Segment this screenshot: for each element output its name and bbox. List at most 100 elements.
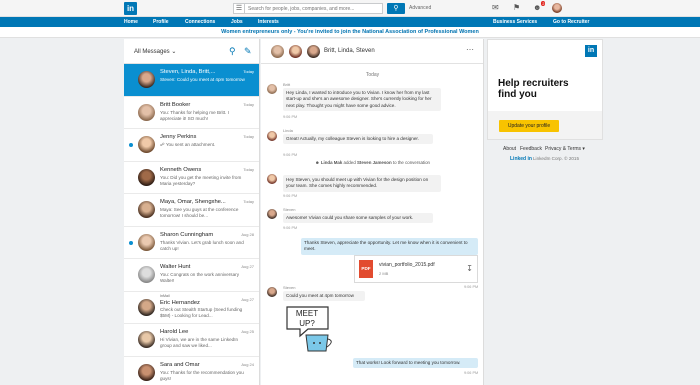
thread-date: Today (243, 199, 254, 204)
thread-date: Aug 25 (241, 329, 254, 334)
update-profile-button[interactable]: Update your profile (499, 120, 559, 132)
thread-snippet: Maya: See you guys at the conference tom… (160, 207, 239, 218)
message-bubble: Hey Linda, I wanted to introduce you to … (283, 88, 441, 112)
notifications-badge: 2 (541, 1, 546, 6)
thread-snippet: Hi Vivian, we are in the same LinkedIn g… (160, 337, 239, 348)
list-item[interactable]: Steven, Linda, Britt,... Today Steven: C… (124, 64, 259, 97)
list-item[interactable]: Sharon Cunningham Aug 28 Thanks Vivian. … (124, 227, 259, 259)
thread-name: Harold Lee (160, 329, 189, 335)
thread-name: Britt Booker (160, 101, 191, 108)
thread-snippet: Thanks Vivian. Let's grab lunch soon and… (160, 239, 244, 251)
flag-icon[interactable]: ⚑ (513, 3, 520, 13)
linkedin-logo[interactable]: in (124, 2, 137, 15)
thread-snippet: Check out Stealth Startup (Seed funding … (160, 306, 243, 318)
recruiter-ad: in Help recruiters find you Update your … (487, 39, 603, 140)
list-item[interactable]: Harold Lee Aug 25 Hi Vivian, we are in t… (124, 324, 259, 357)
list-item[interactable]: Jenny Perkins Today ☍ You sent an attach… (124, 129, 259, 162)
avatar[interactable] (271, 45, 284, 58)
more-options-icon[interactable]: ⋯ (466, 46, 474, 54)
message-time: 9:06 PM (464, 371, 479, 375)
ad-headline: Help recruiters find you (498, 78, 569, 100)
attachment-name[interactable]: vivian_portfolio_2015.pdf (379, 262, 435, 268)
avatar (138, 168, 155, 186)
list-item[interactable]: Walter Hunt Aug 27 You: Congrats on the … (124, 259, 259, 292)
message-bubble: Could you meet at 4pm tomorrow (283, 291, 365, 302)
attachment-icon: ☍ (160, 142, 165, 147)
message-sender: Steven (283, 207, 296, 212)
add-connections-icon[interactable]: ☻ 2 (533, 1, 546, 13)
avatar (138, 298, 155, 316)
list-item[interactable]: InMail Eric Hernandez Aug 27 Check out S… (124, 292, 259, 324)
thread-snippet: You: Thanks for the recommendation you g… (160, 369, 244, 381)
chevron-down-icon: ⌄ (171, 49, 177, 55)
thread-date: Aug 28 (241, 231, 254, 237)
promo-banner[interactable]: Women entrepreneurs only - You're invite… (0, 27, 700, 38)
search-category-menu[interactable]: ☰ (233, 3, 245, 14)
system-note: ☻ Linda Mak added Steven Jameson to the … (314, 160, 430, 165)
sticker-line-1: MEET (296, 309, 318, 318)
avatar (267, 174, 277, 184)
pdf-file-icon: PDF (359, 260, 373, 278)
search-icon[interactable]: ⚲ (229, 46, 236, 56)
footer-privacy-terms-link[interactable]: Privacy & Terms ▾ (545, 146, 585, 152)
footer-feedback-link[interactable]: Feedback (520, 146, 542, 152)
search-button[interactable]: ⚲ (387, 3, 405, 14)
message-bubble: Great! Actually, my colleague Steven is … (283, 134, 433, 145)
download-icon[interactable]: ↧ (466, 265, 473, 273)
inmail-tag: InMail (160, 293, 170, 298)
avatar (267, 131, 277, 141)
avatar (138, 331, 155, 348)
own-message-bubble: That works! Look forward to meeting you … (353, 358, 478, 369)
avatar (267, 84, 277, 94)
thread-date: Today (243, 166, 254, 172)
thread-snippet: You: Did you get the meeting invite from… (160, 174, 242, 186)
message-bubble: Awesome! Vivian could you share some sam… (283, 213, 433, 224)
compose-icon[interactable]: ✎ (244, 46, 252, 56)
thread-name: Steven, Linda, Britt,... (160, 69, 216, 75)
list-item[interactable]: Sara and Omar Aug 24 You: Thanks for the… (124, 357, 259, 385)
thread-name: Walter Hunt (160, 264, 191, 270)
thread-snippet: Steven: Could you meet at 4pm tomorrow (160, 77, 245, 82)
avatar[interactable] (289, 45, 302, 58)
search-input[interactable] (245, 3, 383, 14)
conversation-header: Britt, Linda, Steven ⋯ (261, 39, 483, 64)
nav-connections[interactable]: Connections (185, 17, 215, 27)
list-item[interactable]: Britt Booker Today You: Thanks for helpi… (124, 97, 259, 129)
conversation-panel: Britt, Linda, Steven ⋯ Today Britt Hey L… (261, 39, 484, 385)
linkedin-logo: in (585, 45, 597, 57)
messages-icon[interactable]: ✉ (492, 3, 499, 13)
footer-about-link[interactable]: About (503, 146, 516, 152)
thread-snippet: You: Congrats on the work anniversary Wa… (160, 272, 239, 283)
profile-avatar[interactable] (552, 3, 562, 13)
thread-name: Jenny Perkins (160, 134, 197, 140)
avatar (138, 71, 155, 88)
nav-go-to-recruiter[interactable]: Go to Recruiter (553, 17, 589, 27)
conversation-title: Britt, Linda, Steven (324, 48, 375, 54)
message-sender: Britt (283, 82, 291, 87)
message-sender: Steven (283, 285, 296, 290)
attachment-card[interactable]: PDF vivian_portfolio_2015.pdf 2 MB ↧ (354, 255, 478, 283)
list-item[interactable]: Kenneth Owens Today You: Did you get the… (124, 162, 259, 194)
nav-interests[interactable]: Interests (258, 17, 279, 27)
avatar (138, 103, 155, 121)
attachment-size: 2 MB (379, 271, 389, 276)
avatar (138, 363, 155, 381)
message-time: 9:06 PM (283, 226, 298, 230)
advanced-search-link[interactable]: Advanced (409, 5, 431, 11)
nav-profile[interactable]: Profile (153, 17, 169, 27)
avatar (138, 136, 155, 153)
thread-date: Aug 27 (241, 264, 254, 269)
nav-home[interactable]: Home (124, 17, 138, 27)
thread-name: Sara and Omar (160, 361, 200, 368)
list-item[interactable]: Maya, Omar, Shengxhe... Today Maya: See … (124, 194, 259, 227)
inbox-filter-dropdown[interactable]: All Messages ⌄ (134, 48, 176, 55)
thread-name: Sharon Cunningham (160, 231, 214, 238)
unread-indicator (129, 240, 133, 245)
avatar[interactable] (307, 45, 320, 58)
sticker-line-2: UP? (299, 319, 315, 328)
nav-business-services[interactable]: Business Services (493, 17, 537, 27)
nav-bar: Home Profile Connections Jobs Interests … (0, 17, 700, 27)
nav-jobs[interactable]: Jobs (231, 17, 243, 27)
message-bubble: Hey Steven, you should meet up with Vivi… (283, 175, 441, 192)
add-person-icon: ☻ (314, 160, 320, 165)
